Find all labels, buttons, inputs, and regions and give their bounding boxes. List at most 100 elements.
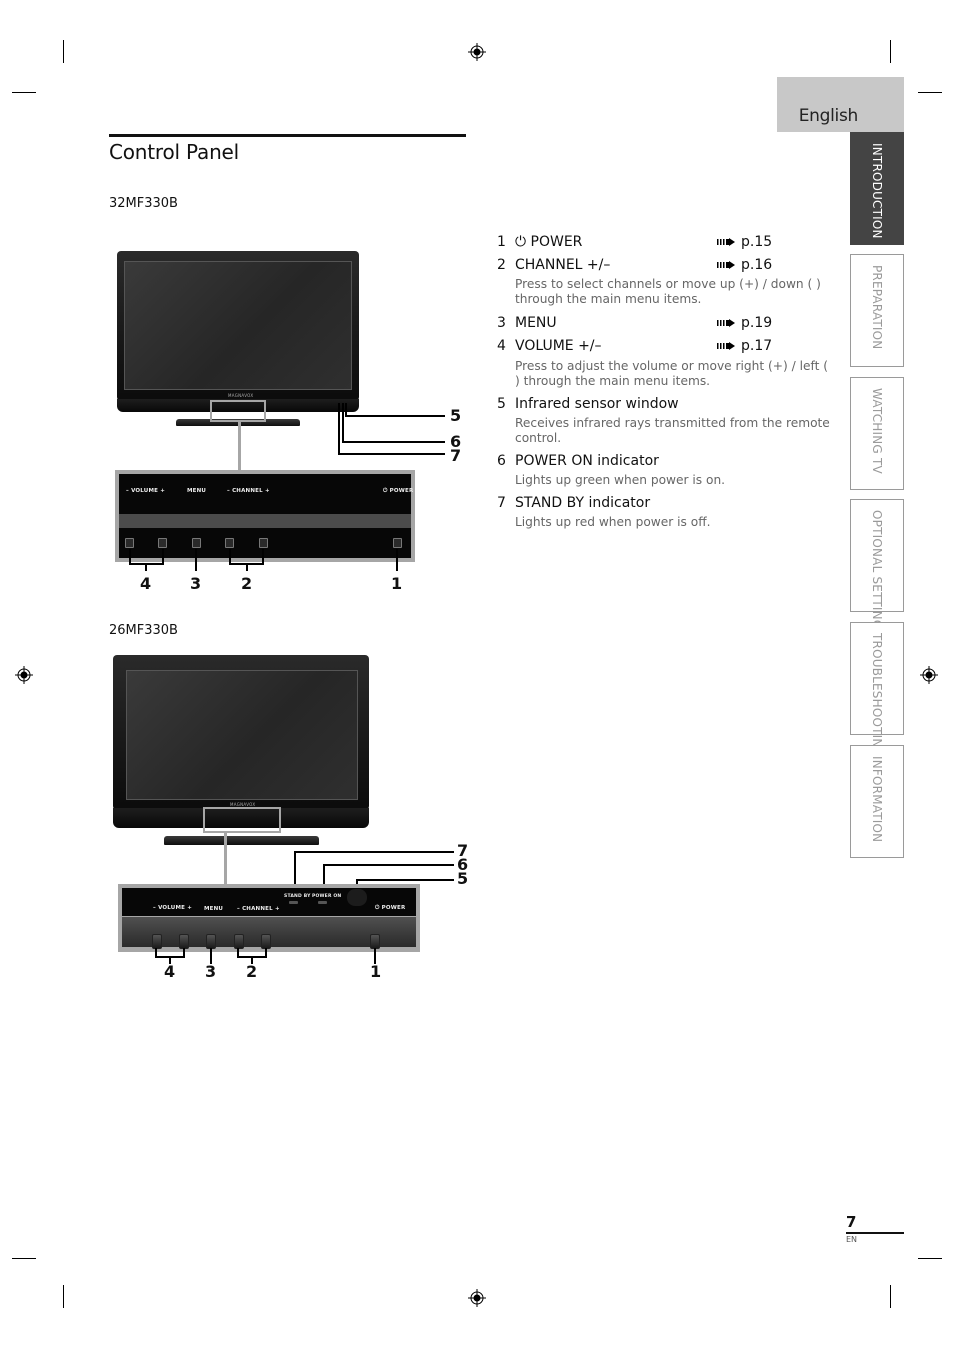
volume-up-button[interactable] xyxy=(158,538,167,548)
item-label: STAND BY indicator xyxy=(515,495,651,511)
crop-mark xyxy=(918,1258,942,1259)
tab-label: TROUBLESHOOTING xyxy=(870,633,884,758)
callout-number: 4 xyxy=(164,962,176,981)
leader-line xyxy=(323,864,454,866)
title-rule xyxy=(109,134,466,137)
panel-label-standby: STAND BY xyxy=(284,894,311,899)
callout-number: 5 xyxy=(450,406,462,425)
panel-label-menu: MENU xyxy=(187,488,207,494)
language-tab: English xyxy=(777,77,904,132)
item-label: MENU xyxy=(515,315,557,331)
volume-down-button[interactable] xyxy=(152,934,162,949)
item-label: ⏻ POWER xyxy=(515,234,583,250)
panel-label-volume: – VOLUME + xyxy=(126,488,166,494)
leader-line xyxy=(396,549,398,571)
leader-line xyxy=(195,549,197,571)
page-number-rule xyxy=(846,1232,904,1234)
standby-led xyxy=(289,901,298,904)
arrow-right-icon xyxy=(717,261,735,269)
tab-label: INFORMATION xyxy=(870,756,884,843)
crop-mark xyxy=(12,1258,36,1259)
infrared-sensor-window xyxy=(347,889,367,906)
item-description: Press to adjust the volume or move right… xyxy=(515,359,828,388)
tab-information[interactable]: INFORMATION xyxy=(850,745,904,858)
leader-line xyxy=(356,879,454,881)
callout-number: 2 xyxy=(246,962,258,981)
callout-number: 2 xyxy=(241,574,253,593)
model-heading-32: 32MF330B xyxy=(109,196,178,211)
menu-button[interactable] xyxy=(206,934,216,949)
menu-button[interactable] xyxy=(192,538,201,548)
tab-introduction[interactable]: INTRODUCTION xyxy=(850,132,904,245)
tv-stand xyxy=(164,836,319,845)
tab-label: PREPARATION xyxy=(870,265,884,350)
page-reference-text: p.15 xyxy=(741,234,773,250)
item-number: 4 xyxy=(497,338,506,354)
crop-mark xyxy=(890,40,891,63)
registration-mark-icon xyxy=(920,666,938,684)
panel-label-menu: MENU xyxy=(204,906,224,912)
page-reference[interactable]: p.17 xyxy=(717,338,772,354)
page-number: 7 xyxy=(846,1213,857,1231)
crop-mark xyxy=(12,92,36,93)
channel-down-button[interactable] xyxy=(225,538,234,548)
power-button[interactable] xyxy=(393,538,402,548)
crop-mark xyxy=(918,92,942,93)
power-on-led xyxy=(318,901,327,904)
leader-line xyxy=(338,403,340,455)
callout-number: 5 xyxy=(457,869,469,888)
channel-down-button[interactable] xyxy=(234,934,244,949)
page-reference[interactable]: p.16 xyxy=(717,257,772,273)
arrow-right-icon xyxy=(717,342,735,350)
page-title: Control Panel xyxy=(109,140,240,164)
channel-up-button[interactable] xyxy=(261,934,271,949)
item-label: CHANNEL +/– xyxy=(515,257,611,273)
leader-line xyxy=(338,453,445,455)
callout-number: 1 xyxy=(370,962,382,981)
item-description: Receives infrared rays transmitted from … xyxy=(515,416,830,445)
callout-number: 3 xyxy=(190,574,202,593)
tab-preparation[interactable]: PREPARATION xyxy=(850,254,904,367)
registration-mark-icon xyxy=(15,666,33,684)
item-label: VOLUME +/– xyxy=(515,338,602,354)
callout-number: 1 xyxy=(391,574,403,593)
item-number: 7 xyxy=(497,495,506,511)
arrow-right-icon xyxy=(717,238,735,246)
tab-troubleshooting[interactable]: TROUBLESHOOTING xyxy=(850,622,904,757)
panel-strip xyxy=(119,514,411,528)
tab-watching-tv[interactable]: WATCHING TV xyxy=(850,377,904,490)
item-label: Infrared sensor window xyxy=(515,396,679,412)
arrow-right-icon xyxy=(717,319,735,327)
crop-mark xyxy=(63,1285,64,1308)
panel-label-power: ⏻ POWER xyxy=(375,905,406,911)
callout-number: 4 xyxy=(140,574,152,593)
item-number: 2 xyxy=(497,257,506,273)
leader-line xyxy=(246,563,248,571)
model-heading-26: 26MF330B xyxy=(109,623,178,638)
page-reference[interactable]: p.19 xyxy=(717,315,772,331)
leader-line xyxy=(224,833,227,885)
item-description: Press to select channels or move up (+) … xyxy=(515,277,821,306)
tab-label: INTRODUCTION xyxy=(870,143,884,239)
item-number: 1 xyxy=(497,234,506,250)
page-reference[interactable]: p.15 xyxy=(717,234,772,250)
item-number: 5 xyxy=(497,396,506,412)
tv-screen xyxy=(126,670,358,800)
callout-number: 3 xyxy=(205,962,217,981)
control-panel-highlight xyxy=(203,807,281,833)
item-number: 6 xyxy=(497,453,506,469)
item-description: Lights up green when power is on. xyxy=(515,473,726,487)
tab-optional-setting[interactable]: OPTIONAL SETTING xyxy=(850,499,904,629)
power-button[interactable] xyxy=(370,934,380,949)
panel-label-power-on: POWER ON xyxy=(312,894,342,899)
crop-mark xyxy=(63,40,64,63)
channel-up-button[interactable] xyxy=(259,538,268,548)
leader-line xyxy=(345,415,445,417)
callout-number: 7 xyxy=(450,446,462,465)
volume-down-button[interactable] xyxy=(125,538,134,548)
panel-label-volume: – VOLUME + xyxy=(153,905,193,911)
volume-up-button[interactable] xyxy=(179,934,189,949)
control-panel-highlight xyxy=(210,400,266,422)
panel-label-channel: – CHANNEL + xyxy=(227,488,270,494)
page-reference-text: p.17 xyxy=(741,338,773,354)
